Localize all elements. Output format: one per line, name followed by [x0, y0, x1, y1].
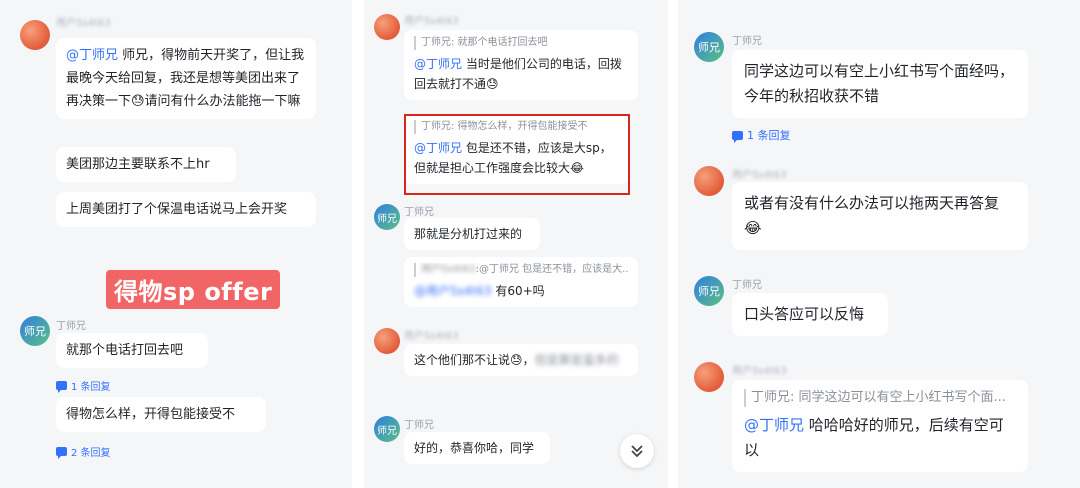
quoted-message: 用户5s4t63:@丁师兄 包是还不错，应该是大... — [414, 263, 628, 277]
sender-name: 丁师兄 — [732, 280, 762, 291]
user-avatar[interactable]: 师兄 — [694, 32, 724, 62]
reply-thread-icon — [56, 447, 67, 459]
user-avatar[interactable] — [374, 14, 400, 40]
message-bubble[interactable]: 或者有没有什么办法可以拖两天再答复😂 — [732, 182, 1028, 250]
sender-name: 用户5s4t63 — [732, 366, 787, 377]
message-bubble[interactable]: 美团那边主要联系不上hr — [56, 147, 236, 182]
message-bubble[interactable]: 同学这边可以有空上小红书写个面经吗，今年的秋招收获不错 — [732, 50, 1028, 118]
reply-thread-icon — [56, 381, 67, 393]
mention-link[interactable]: @用户5s4t63 — [414, 284, 492, 298]
chat-panel-left: 用户5s4t63 @丁师兄 师兄，得物前天开奖了，但让我最晚今天给回复，我还是想… — [0, 0, 352, 488]
sender-name: 用户5s4t63 — [56, 18, 111, 29]
sender-name: 丁师兄 — [404, 207, 434, 218]
message-text: 或者有没有什么办法可以拖两天再答复😂 — [744, 194, 1000, 237]
offer-annotation-badge: 得物sp offer — [106, 270, 281, 309]
message-text: 同学这边可以有空上小红书写个面经吗，今年的秋招收获不错 — [744, 62, 1015, 105]
message-text: 这个他们那不让说😓， — [414, 353, 535, 367]
user-avatar[interactable]: 师兄 — [20, 316, 50, 346]
message-text: 得物怎么样，开得包能接受不 — [66, 407, 236, 422]
message-bubble[interactable]: @丁师兄 师兄，得物前天开奖了，但让我最晚今天给回复，我还是想等美团出来了再决策… — [56, 38, 316, 119]
message-bubble[interactable]: 上周美团打了个保温电话说马上会开奖 — [56, 192, 316, 227]
user-avatar[interactable] — [374, 328, 400, 354]
user-avatar[interactable] — [694, 166, 724, 196]
user-avatar[interactable]: 师兄 — [694, 276, 724, 306]
replies-count: 2 条回复 — [71, 448, 111, 459]
message-text: 上周美团打了个保温电话说马上会开奖 — [66, 202, 288, 217]
mention-link[interactable]: @丁师兄 — [66, 48, 118, 63]
sender-name: 用户5s4t63 — [732, 170, 787, 181]
thread-replies-link[interactable]: 2 条回复 — [56, 444, 111, 459]
mention-link[interactable]: @丁师兄 — [744, 416, 804, 434]
chat-panel-middle: 用户5s4t63 丁师兄: 就那个电话打回去吧 @丁师兄 当时是他们公司的电话，… — [364, 0, 668, 488]
quoted-message: 丁师兄: 同学这边可以有空上小红书写个面... — [744, 389, 1016, 407]
quoted-message: 丁师兄: 就那个电话打回去吧 — [414, 36, 628, 50]
user-avatar[interactable]: 师兄 — [374, 204, 400, 230]
message-bubble[interactable]: 用户5s4t63:@丁师兄 包是还不错，应该是大... @用户5s4t63 有6… — [404, 257, 638, 307]
message-bubble[interactable]: 口头答应可以反悔 — [732, 293, 888, 336]
message-text: 好的，恭喜你哈，同学 — [414, 441, 535, 455]
message-bubble[interactable]: 那就是分机打过来的 — [404, 218, 540, 250]
sender-name: 用户5s4t63 — [404, 331, 459, 342]
message-text: 口头答应可以反悔 — [744, 305, 865, 323]
sender-name: 丁师兄 — [732, 36, 762, 47]
thread-replies-link[interactable]: 1 条回复 — [56, 378, 111, 393]
blurred-text: 但是算是蛮多的 — [534, 353, 619, 367]
sender-name: 丁师兄 — [56, 321, 86, 332]
user-avatar[interactable]: 师兄 — [374, 416, 400, 442]
message-text: 美团那边主要联系不上hr — [66, 157, 210, 172]
reply-thread-icon — [732, 130, 743, 143]
message-bubble[interactable]: 这个他们那不让说😓，但是算是蛮多的 — [404, 344, 638, 376]
scroll-to-bottom-button[interactable] — [620, 434, 654, 468]
message-text: 就那个电话打回去吧 — [66, 343, 184, 358]
highlight-box — [404, 114, 630, 195]
message-text: 那就是分机打过来的 — [414, 227, 523, 241]
replies-count: 1 条回复 — [71, 382, 111, 393]
message-text: 有60+吗 — [491, 284, 545, 298]
message-bubble[interactable]: 好的，恭喜你哈，同学 — [404, 432, 550, 464]
sender-name: 用户5s4t63 — [404, 16, 459, 27]
scroll-down-icon — [631, 445, 643, 458]
chat-panel-right: 师兄 丁师兄 同学这边可以有空上小红书写个面经吗，今年的秋招收获不错 1 条回复… — [678, 0, 1080, 488]
message-bubble[interactable]: 丁师兄: 同学这边可以有空上小红书写个面... @丁师兄 哈哈哈好的师兄，后续有… — [732, 380, 1028, 472]
sender-name: 丁师兄 — [404, 420, 434, 431]
thread-replies-link[interactable]: 1 条回复 — [732, 127, 791, 143]
user-avatar[interactable] — [20, 20, 50, 50]
user-avatar[interactable] — [694, 362, 724, 392]
message-bubble[interactable]: 得物怎么样，开得包能接受不 — [56, 397, 266, 432]
message-bubble[interactable]: 丁师兄: 就那个电话打回去吧 @丁师兄 当时是他们公司的电话，回拨回去就打不通😓 — [404, 30, 638, 100]
message-bubble[interactable]: 就那个电话打回去吧 — [56, 333, 208, 368]
mention-link[interactable]: @丁师兄 — [414, 57, 462, 71]
replies-count: 1 条回复 — [747, 129, 791, 142]
